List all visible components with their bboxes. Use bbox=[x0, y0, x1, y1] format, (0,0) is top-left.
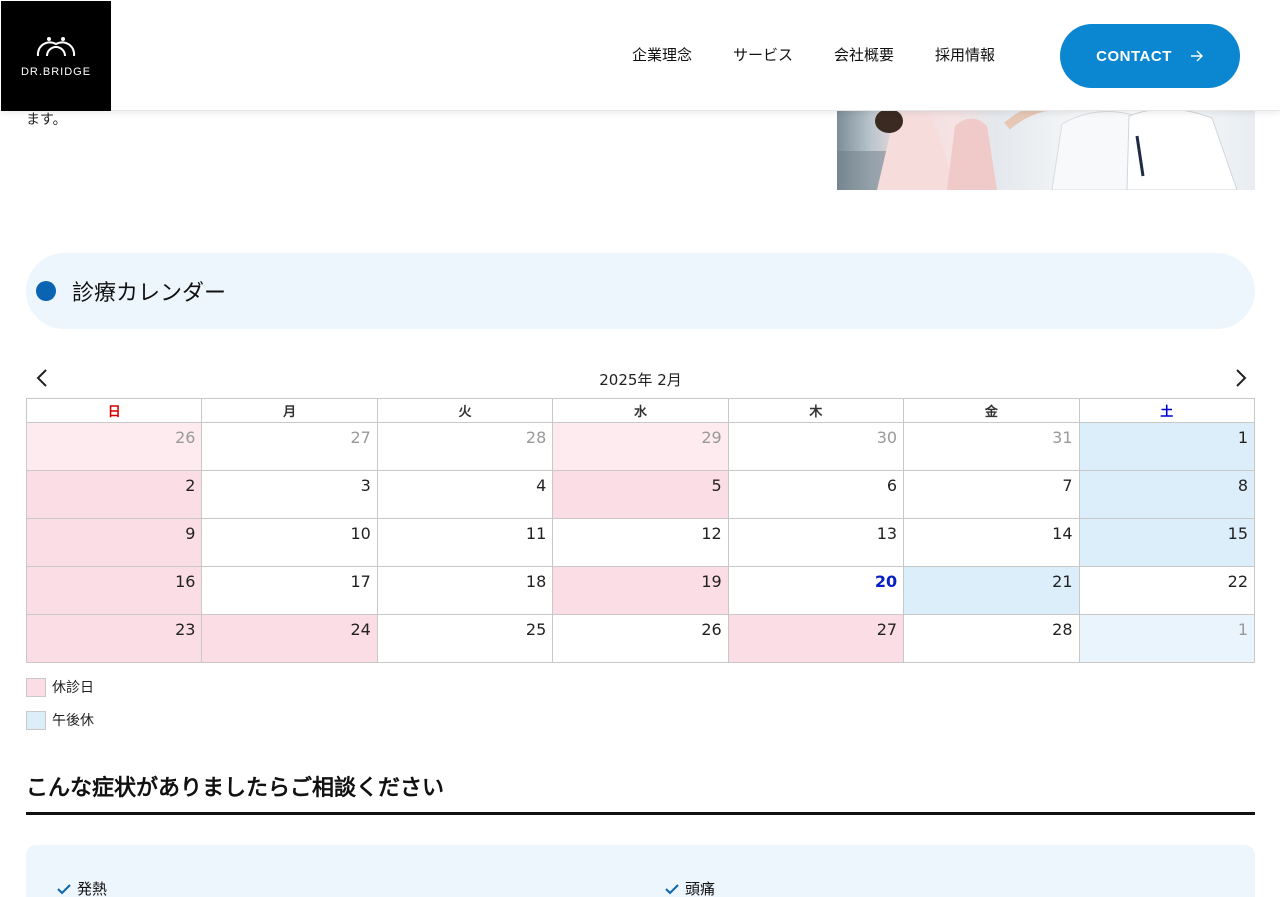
weekday-sun: 日 bbox=[25, 398, 203, 423]
calendar-day-cell[interactable]: 27 bbox=[201, 422, 378, 471]
next-month-button[interactable] bbox=[1229, 366, 1253, 390]
legend-swatch-afternoon-off bbox=[26, 710, 46, 730]
checkmark-icon bbox=[665, 883, 679, 894]
calendar-day-cell[interactable]: 3 bbox=[201, 470, 378, 519]
calendar-day-cell[interactable]: 7 bbox=[903, 470, 1080, 519]
symptom-label: 発熱 bbox=[77, 880, 108, 897]
calendar-week-row: 23 24 25 26 27 28 1 bbox=[25, 614, 1256, 663]
weekday-wed: 水 bbox=[552, 398, 729, 423]
nav-services[interactable]: サービス bbox=[733, 44, 793, 65]
nav-recruit[interactable]: 採用情報 bbox=[935, 44, 995, 65]
legend-swatch-closed bbox=[26, 677, 46, 697]
bullet-dot-icon bbox=[36, 281, 56, 301]
calendar-day-cell[interactable]: 28 bbox=[376, 422, 554, 471]
section-title: 診療カレンダー bbox=[72, 281, 227, 306]
calendar-section-heading: 診療カレンダー bbox=[26, 253, 1255, 329]
calendar-day-cell[interactable]: 1 bbox=[1078, 614, 1256, 663]
site-header: DR.BRIDGE 企業理念 サービス 会社概要 採用情報 CONTACT bbox=[0, 0, 1280, 111]
weekday-tue: 火 bbox=[376, 398, 554, 423]
calendar-day-cell[interactable]: 18 bbox=[376, 566, 554, 615]
intro-text: ます。 bbox=[26, 112, 67, 128]
logo-text: DR.BRIDGE bbox=[20, 66, 92, 78]
calendar-month-title: 2025年 2月 bbox=[599, 371, 682, 389]
calendar-day-cell[interactable]: 30 bbox=[727, 422, 905, 471]
arrow-right-icon bbox=[1190, 50, 1203, 62]
calendar-day-cell[interactable]: 11 bbox=[376, 518, 554, 567]
calendar-day-cell[interactable]: 6 bbox=[727, 470, 905, 519]
calendar-nav: 2025年 2月 bbox=[26, 366, 1255, 390]
calendar-body: 26 27 28 29 30 31 1 2 3 4 5 6 7 8 9 10 11 12 13 14 15 16 17 18 1… bbox=[25, 422, 1256, 663]
nav-philosophy[interactable]: 企業理念 bbox=[632, 44, 692, 65]
symptom-item: 頭痛 bbox=[665, 878, 715, 897]
calendar-day-cell[interactable]: 31 bbox=[903, 422, 1080, 471]
calendar-day-cell[interactable]: 24 bbox=[201, 614, 378, 663]
symptom-item: 発熱 bbox=[57, 878, 107, 897]
calendar-day-cell[interactable]: 13 bbox=[727, 518, 905, 567]
calendar-day-cell[interactable]: 26 bbox=[25, 422, 203, 471]
calendar-day-cell[interactable]: 25 bbox=[376, 614, 554, 663]
calendar-legend: 休診日 午後休 bbox=[26, 677, 94, 743]
calendar-day-cell[interactable]: 28 bbox=[903, 614, 1080, 663]
calendar-day-cell[interactable]: 26 bbox=[552, 614, 729, 663]
legend-item-closed: 休診日 bbox=[26, 677, 94, 697]
chevron-right-icon bbox=[1236, 369, 1247, 387]
heading-divider bbox=[26, 812, 1255, 815]
contact-button[interactable]: CONTACT bbox=[1060, 24, 1240, 88]
calendar-week-row: 26 27 28 29 30 31 1 bbox=[25, 422, 1256, 471]
calendar-day-cell[interactable]: 10 bbox=[201, 518, 378, 567]
calendar-day-cell[interactable]: 27 bbox=[727, 614, 905, 663]
symptoms-heading: こんな症状がありましたらご相談ください bbox=[26, 776, 445, 801]
main-nav: 企業理念 サービス 会社概要 採用情報 bbox=[632, 44, 995, 65]
calendar-day-cell[interactable]: 29 bbox=[552, 422, 729, 471]
calendar-day-cell[interactable]: 1 bbox=[1078, 422, 1256, 471]
legend-item-afternoon-off: 午後休 bbox=[26, 710, 94, 730]
calendar-day-cell[interactable]: 20 bbox=[727, 566, 905, 615]
calendar-week-row: 2345678 bbox=[25, 470, 1256, 519]
calendar-day-cell[interactable]: 15 bbox=[1078, 518, 1256, 567]
weekday-mon: 月 bbox=[201, 398, 378, 423]
calendar-week-row: 9 10 11 12 13 14 15 bbox=[25, 518, 1256, 567]
symptom-label: 頭痛 bbox=[685, 880, 716, 897]
calendar-day-cell[interactable]: 9 bbox=[25, 518, 203, 567]
legend-label-closed: 休診日 bbox=[52, 680, 94, 696]
symptoms-panel bbox=[26, 845, 1255, 897]
weekday-sat: 土 bbox=[1078, 398, 1256, 423]
calendar-day-cell[interactable]: 19 bbox=[552, 566, 729, 615]
logo-icon bbox=[36, 37, 76, 57]
calendar-day-cell[interactable]: 4 bbox=[376, 470, 554, 519]
checkmark-icon bbox=[57, 883, 71, 894]
calendar-day-cell[interactable]: 8 bbox=[1078, 470, 1256, 519]
calendar-day-cell[interactable]: 12 bbox=[552, 518, 729, 567]
clinic-calendar: 日 月 火 水 木 金 土 26 27 28 29 30 31 1 2 3 4 5 6 7 8 9 10 11 1… bbox=[25, 398, 1256, 663]
calendar-day-cell[interactable]: 22 bbox=[1078, 566, 1256, 615]
calendar-week-row: 16 17 18 19 20 21 22 bbox=[25, 566, 1256, 615]
calendar-day-cell[interactable]: 16 bbox=[25, 566, 203, 615]
weekday-thu: 木 bbox=[727, 398, 905, 423]
calendar-day-cell[interactable]: 2 bbox=[25, 470, 203, 519]
calendar-day-cell[interactable]: 21 bbox=[903, 566, 1080, 615]
calendar-day-cell[interactable]: 14 bbox=[903, 518, 1080, 567]
contact-button-label: CONTACT bbox=[1096, 47, 1172, 65]
logo[interactable]: DR.BRIDGE bbox=[1, 1, 111, 111]
calendar-day-cell[interactable]: 5 bbox=[552, 470, 729, 519]
weekday-fri: 金 bbox=[903, 398, 1080, 423]
calendar-day-cell[interactable]: 17 bbox=[201, 566, 378, 615]
calendar-day-cell[interactable]: 23 bbox=[25, 614, 203, 663]
legend-label-afternoon-off: 午後休 bbox=[52, 713, 94, 729]
weekday-header-row: 日 月 火 水 木 金 土 bbox=[25, 398, 1256, 423]
nav-company[interactable]: 会社概要 bbox=[834, 44, 894, 65]
